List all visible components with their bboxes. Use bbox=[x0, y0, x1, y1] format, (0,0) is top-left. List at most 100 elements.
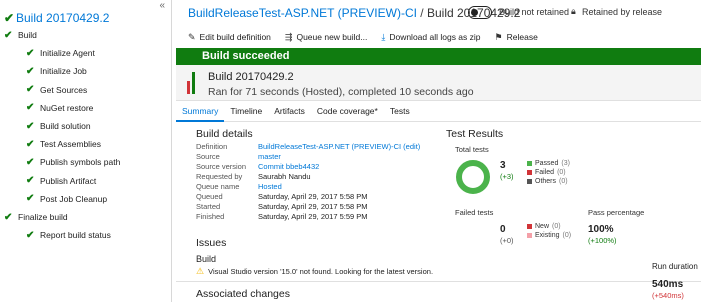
step-success-check-icon: ✔ bbox=[26, 84, 35, 96]
release-label: Release bbox=[506, 32, 538, 42]
build-detail-row: Queue name Hosted bbox=[196, 182, 420, 192]
sidebar-step[interactable]: ✔ Get Sources bbox=[26, 83, 87, 97]
sidebar-step[interactable]: ✔ Report build status bbox=[26, 228, 111, 242]
summary-tabs: Summary Timeline Artifacts Code coverage* Te… bbox=[176, 104, 701, 122]
release-icon: ⚑ bbox=[494, 31, 503, 42]
step-success-check-icon: ✔ bbox=[26, 193, 35, 205]
build-history-bar-succeeded[interactable] bbox=[192, 72, 195, 94]
step-success-check-icon: ✔ bbox=[26, 229, 35, 241]
legend-count: (3) bbox=[561, 160, 570, 167]
tab-artifacts[interactable]: Artifacts bbox=[268, 104, 311, 122]
total-tests-count: 3 bbox=[500, 160, 506, 171]
sidebar-step[interactable]: ✔ Finalize build bbox=[4, 210, 68, 224]
pencil-icon: ✎ bbox=[188, 31, 196, 42]
sidebar-step[interactable]: ✔ Build bbox=[4, 28, 37, 42]
legend-label: New bbox=[535, 223, 550, 230]
queue-new-build-label: Queue new build... bbox=[296, 32, 368, 42]
legend-label: Others bbox=[535, 178, 557, 185]
build-detail-key: Queued bbox=[196, 192, 223, 201]
sidebar-step-label: Publish Artifact bbox=[40, 175, 97, 186]
step-success-check-icon: ✔ bbox=[26, 47, 35, 59]
build-detail-key: Source bbox=[196, 152, 220, 161]
legend-item: New (0) bbox=[527, 222, 571, 231]
build-detail-key: Started bbox=[196, 202, 221, 211]
warning-icon: ⚠ bbox=[196, 266, 205, 276]
download-logs-button[interactable]: ⤓ Download all logs as zip bbox=[381, 30, 480, 44]
total-tests-legend: Passed (3) Failed (0) Others (0) bbox=[527, 159, 570, 186]
sidebar-step[interactable]: ✔ Test Assemblies bbox=[26, 137, 101, 151]
legend-item: Others (0) bbox=[527, 177, 570, 186]
step-success-check-icon: ✔ bbox=[4, 29, 13, 41]
legend-count: (0) bbox=[557, 169, 566, 176]
legend-label: Existing bbox=[535, 232, 560, 239]
failed-tests-delta: (+0) bbox=[500, 236, 514, 245]
sidebar-step-label: Get Sources bbox=[40, 84, 88, 95]
build-detail-value[interactable]: master bbox=[258, 152, 281, 162]
sidebar-step-label: Test Assemblies bbox=[40, 139, 101, 150]
legend-item: Passed (3) bbox=[527, 159, 570, 168]
collapse-sidebar-icon[interactable]: « bbox=[159, 0, 165, 11]
build-detail-key: Requested by bbox=[196, 172, 243, 181]
failed-tests-legend: New (0) Existing (0) bbox=[527, 222, 571, 240]
build-detail-value: Saturday, April 29, 2017 5:59 PM bbox=[258, 212, 368, 221]
sidebar-build-title[interactable]: Build 20170429.2 bbox=[16, 11, 109, 25]
edit-build-definition-button[interactable]: ✎ Edit build definition bbox=[188, 30, 271, 44]
queue-icon: ⇶ bbox=[284, 31, 293, 42]
run-duration-delta: (+540ms) bbox=[652, 291, 684, 300]
sidebar-step[interactable]: ✔ Build solution bbox=[26, 119, 91, 133]
build-details-heading: Build details bbox=[196, 128, 253, 140]
tab-summary[interactable]: Summary bbox=[176, 104, 225, 122]
build-history-chart[interactable] bbox=[187, 72, 201, 94]
sidebar-step[interactable]: ✔ Publish symbols path bbox=[26, 155, 120, 169]
sidebar-step[interactable]: ✔ Post Job Cleanup bbox=[26, 192, 107, 206]
legend-count: (0) bbox=[552, 223, 561, 230]
definition-link[interactable]: BuildReleaseTest-ASP.NET (PREVIEW)-CI bbox=[188, 6, 417, 20]
sidebar-step[interactable]: ✔ Initialize Agent bbox=[26, 46, 95, 60]
build-detail-row: Source version Commit bbeb4432 bbox=[196, 162, 420, 172]
step-success-check-icon: ✔ bbox=[26, 156, 35, 168]
build-summary-header: Build 20170429.2 Ran for 71 seconds (Hos… bbox=[176, 65, 701, 101]
legend-count: (0) bbox=[562, 232, 572, 239]
build-history-bar-failed[interactable] bbox=[187, 80, 190, 94]
pass-percentage-value: 100% bbox=[588, 224, 614, 235]
sidebar-build-header[interactable]: ✔ Build 20170429.2 bbox=[0, 10, 172, 28]
pass-percentage-label: Pass percentage bbox=[588, 208, 645, 217]
sidebar-step[interactable]: ✔ Publish Artifact bbox=[26, 174, 96, 188]
total-tests-donut bbox=[456, 160, 490, 194]
legend-swatch bbox=[527, 161, 532, 166]
total-tests-delta: (+3) bbox=[500, 172, 514, 181]
legend-label: Passed bbox=[535, 160, 559, 167]
tab-tests[interactable]: Tests bbox=[384, 104, 416, 122]
build-toolbar: ✎ Edit build definition ⇶ Queue new buil… bbox=[188, 30, 538, 44]
total-tests-label: Total tests bbox=[455, 145, 489, 154]
tab-timeline[interactable]: Timeline bbox=[224, 104, 268, 122]
release-button[interactable]: ⚑ Release bbox=[495, 30, 538, 44]
build-detail-value[interactable]: Commit bbeb4432 bbox=[258, 162, 319, 172]
legend-item: Existing (0) bbox=[527, 231, 571, 240]
download-icon: ⤓ bbox=[381, 31, 386, 42]
warning-text: Visual Studio version '15.0' not found. … bbox=[208, 267, 434, 276]
build-detail-row: Started Saturday, April 29, 2017 5:58 PM bbox=[196, 202, 420, 212]
sidebar-step[interactable]: ✔ NuGet restore bbox=[26, 101, 93, 115]
breadcrumb-separator: / bbox=[416, 6, 427, 20]
retained-by-release-label: Retained by release bbox=[582, 7, 663, 17]
build-detail-row: Finished Saturday, April 29, 2017 5:59 PM bbox=[196, 212, 420, 222]
tab-code-coverage[interactable]: Code coverage* bbox=[311, 104, 384, 122]
sidebar-step[interactable]: ✔ Initialize Job bbox=[26, 64, 87, 78]
build-detail-value[interactable]: Hosted bbox=[258, 182, 282, 192]
download-logs-label: Download all logs as zip bbox=[389, 32, 481, 42]
sidebar-step-label: Build solution bbox=[40, 121, 91, 131]
build-number: Build 20170429.2 bbox=[208, 71, 294, 83]
edit-build-definition-label: Edit build definition bbox=[199, 32, 271, 42]
build-detail-value[interactable]: BuildReleaseTest-ASP.NET (PREVIEW)-CI (e… bbox=[258, 142, 420, 152]
step-success-check-icon: ✔ bbox=[26, 65, 35, 77]
sidebar-step-label: Post Job Cleanup bbox=[40, 193, 108, 204]
test-results-heading: Test Results bbox=[446, 128, 504, 140]
sidebar-step-label: Finalize build bbox=[18, 212, 68, 222]
legend-swatch bbox=[527, 224, 532, 229]
queue-new-build-button[interactable]: ⇶ Queue new build... bbox=[285, 30, 367, 44]
issues-group: Build bbox=[196, 254, 217, 264]
retain-build-toggle[interactable] bbox=[468, 6, 492, 19]
step-success-check-icon: ✔ bbox=[26, 120, 35, 132]
step-success-check-icon: ✔ bbox=[26, 102, 35, 114]
